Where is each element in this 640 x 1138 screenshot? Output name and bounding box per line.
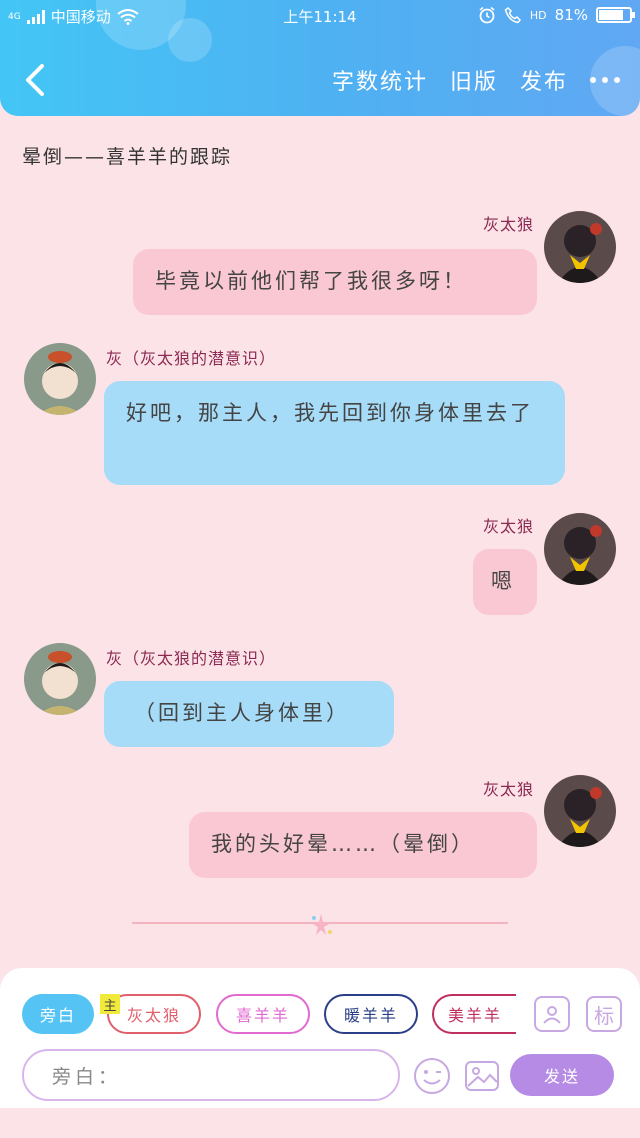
message-bubble: 好吧，那主人，我先回到你身体里去了 [104, 381, 565, 485]
speaker-name: 灰太狼 [482, 780, 534, 799]
sparkle-icon [311, 914, 332, 935]
role-pleasant-goat[interactable]: 喜羊羊 [216, 994, 310, 1034]
chevron-left-icon [26, 64, 44, 96]
speaker-name: 灰太狼 [482, 215, 534, 234]
main-role-tag: 主 [100, 994, 120, 1014]
hd-indicator: HD [529, 8, 547, 22]
send-button[interactable]: 发送 [510, 1054, 614, 1096]
avatar-subconscious[interactable] [24, 643, 96, 715]
battery-icon [596, 7, 635, 23]
chapter-title: 晕倒——喜羊羊的跟踪 [22, 146, 233, 168]
nav-bar: 字数统计 旧版 发布 [0, 50, 640, 110]
speaker-name: 灰太狼 [482, 517, 534, 536]
speaker-name: 灰（灰太狼的潜意识） [106, 349, 277, 368]
message-bubble: 毕竟以前他们帮了我很多呀！ [133, 249, 537, 315]
alarm-icon [479, 6, 495, 24]
bottom-strip [0, 1108, 640, 1138]
avatar-grey-wolf[interactable] [544, 513, 616, 585]
role-narrator[interactable]: 旁白 [22, 994, 94, 1034]
message-bubble: （回到主人身体里） [104, 681, 394, 747]
status-bar: 4G 中国移动 上午11:14 HD 81% [0, 0, 640, 32]
role-lazy-goat[interactable]: 暖羊羊 [324, 994, 418, 1034]
battery-percent: 81% [554, 6, 588, 24]
mark-button[interactable]: 标 [586, 996, 622, 1032]
image-icon[interactable] [463, 1057, 501, 1095]
avatar-grey-wolf[interactable] [544, 211, 616, 283]
emoji-icon[interactable] [413, 1057, 451, 1095]
clock: 上午11:14 [283, 8, 357, 26]
role-pretty-goat[interactable]: 美羊羊 [432, 994, 516, 1034]
message-bubble: 我的头好晕……（晕倒） [189, 812, 537, 878]
message-bubble: 嗯 [473, 549, 537, 615]
speaker-name: 灰（灰太狼的潜意识） [106, 649, 277, 668]
role-grey-wolf[interactable]: 灰太狼 [107, 994, 201, 1034]
header: 4G 中国移动 上午11:14 HD 81% 字数统计 旧版 发布 [0, 0, 640, 116]
word-count-button[interactable]: 字数统计 [332, 64, 428, 96]
more-icon[interactable] [590, 77, 620, 83]
avatar-grey-wolf[interactable] [544, 775, 616, 847]
publish-button[interactable]: 发布 [520, 64, 568, 96]
user-card-icon[interactable] [534, 996, 570, 1032]
phone-icon [504, 6, 521, 24]
old-version-button[interactable]: 旧版 [450, 64, 498, 96]
avatar-subconscious[interactable] [24, 343, 96, 415]
back-button[interactable] [18, 60, 54, 100]
message-input[interactable]: 旁白： [22, 1049, 400, 1101]
